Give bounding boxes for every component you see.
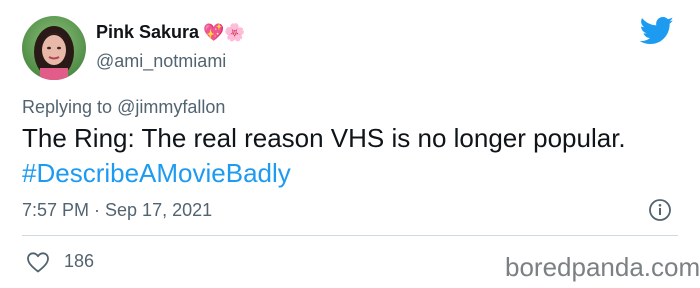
heart-icon[interactable] <box>26 251 50 273</box>
replying-to-prefix: Replying to <box>22 97 118 117</box>
name-emojis: 💖🌸 <box>203 23 246 42</box>
watermark: boredpanda.com <box>505 252 700 282</box>
divider <box>22 235 678 236</box>
tweet-body: The Ring: The real reason VHS is no long… <box>22 123 626 153</box>
info-icon[interactable] <box>648 198 672 222</box>
replying-to: Replying to @jimmyfallon <box>22 97 225 118</box>
hashtag-link[interactable]: #DescribeAMovieBadly <box>22 158 291 188</box>
user-handle[interactable]: @ami_notmiami <box>96 51 226 72</box>
display-name[interactable]: Pink Sakura 💖🌸 <box>96 22 245 43</box>
twitter-bird-icon[interactable] <box>640 16 674 46</box>
like-count: 186 <box>64 251 95 271</box>
avatar[interactable] <box>22 16 86 80</box>
tweet-text: The Ring: The real reason VHS is no long… <box>22 121 662 191</box>
display-name-text: Pink Sakura <box>96 22 200 42</box>
mention-link[interactable]: @jimmyfallon <box>117 97 225 117</box>
timestamp[interactable]: 7:57 PM · Sep 17, 2021 <box>22 200 212 221</box>
avatar-image <box>22 16 86 80</box>
